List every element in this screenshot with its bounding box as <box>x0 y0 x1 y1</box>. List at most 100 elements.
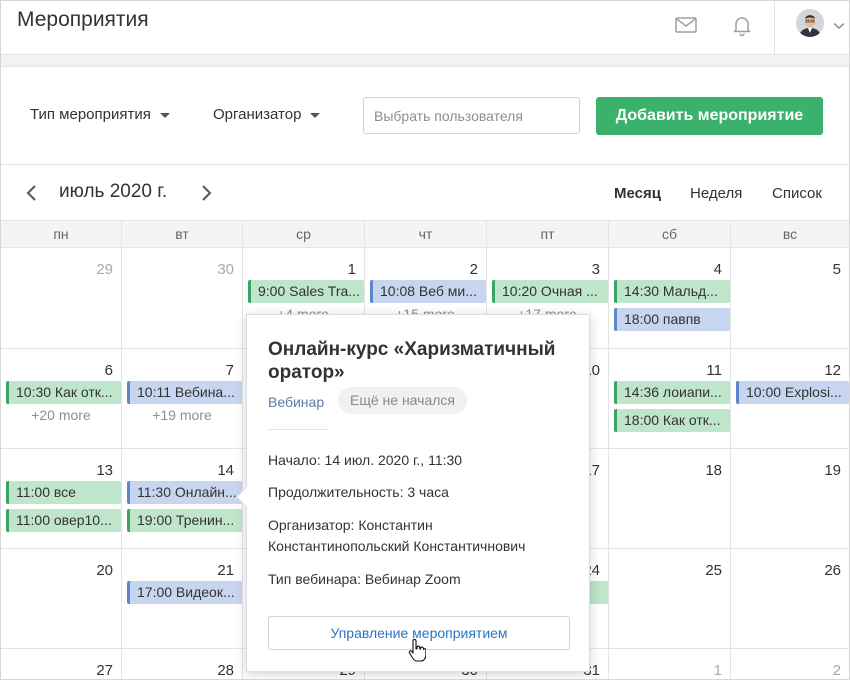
organizer-label: Организатор <box>213 106 302 123</box>
event-type-dropdown[interactable]: Тип мероприятия <box>30 106 170 123</box>
view-list-button[interactable]: Список <box>772 185 822 202</box>
day-cell[interactable]: 26 <box>731 549 849 649</box>
organizer-dropdown[interactable]: Организатор <box>213 106 321 123</box>
day-number[interactable]: 29 <box>96 261 113 278</box>
day-number[interactable]: 18 <box>705 462 722 479</box>
day-cell[interactable]: 5 <box>731 248 849 349</box>
day-number[interactable]: 14 <box>217 462 234 479</box>
event-chip[interactable]: 11:30 Онлайн... <box>127 481 242 504</box>
day-number[interactable]: 25 <box>705 562 722 579</box>
day-number[interactable]: 30 <box>217 261 234 278</box>
chevron-right-icon[interactable] <box>196 183 216 203</box>
day-cell[interactable]: 7 10:11 Вебина... +19 more <box>122 349 243 449</box>
page-title: Мероприятия <box>17 8 149 31</box>
day-number[interactable]: 12 <box>824 362 841 379</box>
event-chip[interactable]: 10:08 Веб ми... <box>370 280 486 303</box>
caret-down-icon <box>159 112 170 118</box>
weekday-4: пт <box>487 221 609 249</box>
day-number[interactable]: 1 <box>714 662 722 679</box>
day-cell[interactable]: 29 <box>1 248 122 349</box>
weekday-6: вс <box>782 226 798 242</box>
day-cell[interactable]: 28 <box>122 649 243 679</box>
day-cell[interactable]: 4 14:30 Мальд... 18:00 павпв <box>609 248 731 349</box>
day-cell[interactable]: 6 10:30 Как отк... +20 more <box>1 349 122 449</box>
mail-icon[interactable] <box>674 13 698 37</box>
add-event-button[interactable]: Добавить мероприятие <box>596 97 823 135</box>
day-number[interactable]: 26 <box>824 562 841 579</box>
event-duration: Продолжительность: 3 часа <box>268 484 449 500</box>
day-cell[interactable]: 18 <box>609 449 731 549</box>
top-header: Мероприятия <box>1 1 849 55</box>
day-number[interactable]: 4 <box>714 261 722 278</box>
day-number[interactable]: 3 <box>592 261 600 278</box>
event-chip[interactable]: 19:00 Тренин... <box>127 509 242 532</box>
day-cell[interactable]: 2 <box>731 649 849 679</box>
event-chip[interactable]: 11:00 все <box>6 481 121 504</box>
event-chip[interactable]: 18:00 павпв <box>614 308 730 331</box>
view-week-button[interactable]: Неделя <box>690 185 742 202</box>
day-cell[interactable]: 25 <box>609 549 731 649</box>
day-cell[interactable]: 19 <box>731 449 849 549</box>
day-number[interactable]: 27 <box>96 662 113 679</box>
day-number[interactable]: 21 <box>217 562 234 579</box>
day-number[interactable]: 2 <box>833 662 841 679</box>
weekday-header: пн вт ср чт пт сб вс <box>1 220 849 249</box>
day-number[interactable]: 7 <box>226 362 234 379</box>
day-number[interactable]: 13 <box>96 462 113 479</box>
more-events-link[interactable]: +19 more <box>122 407 242 423</box>
day-number[interactable]: 20 <box>96 562 113 579</box>
day-cell[interactable]: 11 14:36 лоиапи... 18:00 Как отк... <box>609 349 731 449</box>
event-popover: Онлайн-курс «Харизматичный оратор» Вебин… <box>236 314 590 672</box>
filter-toolbar: Тип мероприятия Организатор Добавить мер… <box>1 67 849 165</box>
event-chip[interactable]: 14:36 лоиапи... <box>614 381 730 404</box>
day-cell[interactable]: 27 <box>1 649 122 679</box>
user-select-input[interactable] <box>363 97 580 134</box>
weekday-1: вт <box>122 221 243 249</box>
view-month-button[interactable]: Месяц <box>614 185 661 202</box>
day-cell[interactable]: 13 11:00 все 11:00 овер10... <box>1 449 122 549</box>
bell-icon[interactable] <box>730 13 754 37</box>
event-chip[interactable]: 10:30 Как отк... <box>6 381 121 404</box>
day-number[interactable]: 28 <box>217 662 234 679</box>
event-chip[interactable]: 18:00 Как отк... <box>614 409 730 432</box>
divider <box>268 429 328 430</box>
day-cell[interactable]: 12 10:00 Explosi... <box>731 349 849 449</box>
hand-cursor-icon <box>408 639 427 668</box>
day-number[interactable]: 2 <box>470 261 478 278</box>
day-cell[interactable]: 20 <box>1 549 122 649</box>
chevron-left-icon[interactable] <box>22 183 42 203</box>
weekday-3: чт <box>365 221 487 249</box>
day-cell[interactable]: 30 <box>122 248 243 349</box>
weekday-0: пн <box>1 221 122 249</box>
event-chip[interactable]: 9:00 Sales Tra... <box>248 280 364 303</box>
day-cell[interactable]: 14 11:30 Онлайн... 19:00 Тренин... <box>122 449 243 549</box>
day-number[interactable]: 5 <box>833 261 841 278</box>
event-start: Начало: 14 июл. 2020 г., 11:30 <box>268 452 463 468</box>
event-organizer: Организатор: Константин Константинопольс… <box>268 517 526 554</box>
month-label: июль 2020 г. <box>59 181 168 202</box>
app-window: Мероприятия Тип мероприятия Организатор … <box>0 0 850 680</box>
event-type: Вебинар <box>268 394 325 410</box>
status-badge: Ещё не начался <box>338 387 467 414</box>
chevron-down-icon[interactable] <box>833 17 845 35</box>
calendar-nav: июль 2020 г. Месяц Неделя Список <box>1 166 849 220</box>
day-cell[interactable]: 21 17:00 Видеок... <box>122 549 243 649</box>
day-number[interactable]: 19 <box>824 462 841 479</box>
day-number[interactable]: 1 <box>348 261 356 278</box>
event-chip[interactable]: 11:00 овер10... <box>6 509 121 532</box>
day-number[interactable]: 6 <box>105 362 113 379</box>
header-band <box>1 55 849 67</box>
event-type-label: Тип мероприятия <box>30 106 151 123</box>
event-chip[interactable]: 10:00 Explosi... <box>736 381 849 404</box>
event-chip[interactable]: 10:11 Вебина... <box>127 381 242 404</box>
caret-down-icon <box>310 112 321 118</box>
day-cell[interactable]: 1 <box>609 649 731 679</box>
weekday-2: ср <box>243 221 365 249</box>
event-chip[interactable]: 14:30 Мальд... <box>614 280 730 303</box>
weekday-5: сб <box>609 221 731 249</box>
avatar[interactable] <box>796 9 824 37</box>
day-number[interactable]: 11 <box>706 362 722 379</box>
event-chip[interactable]: 17:00 Видеок... <box>127 581 242 604</box>
more-events-link[interactable]: +20 more <box>1 407 121 423</box>
event-chip[interactable]: 10:20 Очная ... <box>492 280 608 303</box>
